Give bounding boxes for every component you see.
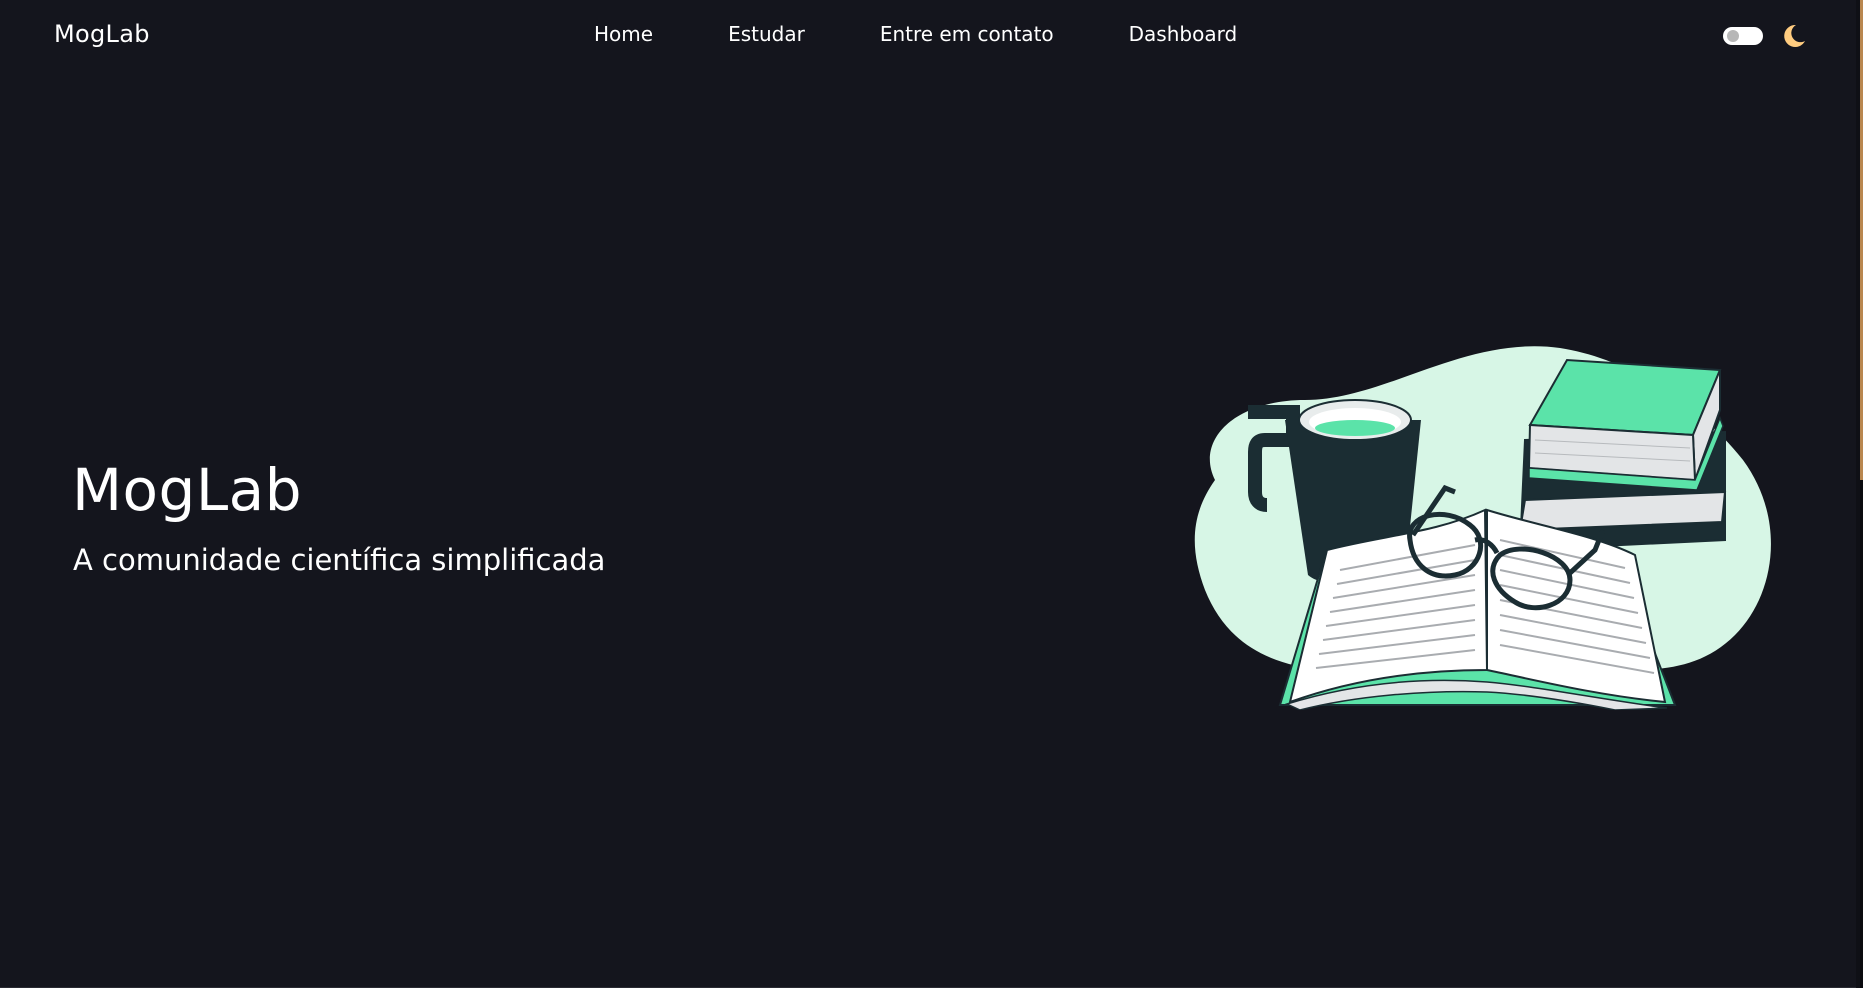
nav-links: Home Estudar Entre em contato Dashboard [594,22,1237,46]
hero-subtitle: A comunidade científica simplificada [73,543,606,577]
toggle-knob [1727,30,1739,42]
navbar: MogLab Home Estudar Entre em contato Das… [0,0,1856,70]
nav-link-estudar[interactable]: Estudar [728,22,805,46]
moon-icon[interactable] [1779,22,1807,50]
theme-toggle-switch[interactable] [1723,27,1763,45]
brand-logo[interactable]: MogLab [54,20,150,48]
nav-link-dashboard[interactable]: Dashboard [1129,22,1238,46]
stacked-books [1518,358,1727,552]
page: MogLab Home Estudar Entre em contato Das… [0,0,1863,988]
nav-link-home[interactable]: Home [594,22,653,46]
books-illustration [1194,346,1771,710]
hero-title: MogLab [72,456,303,524]
nav-link-contato[interactable]: Entre em contato [880,22,1054,46]
